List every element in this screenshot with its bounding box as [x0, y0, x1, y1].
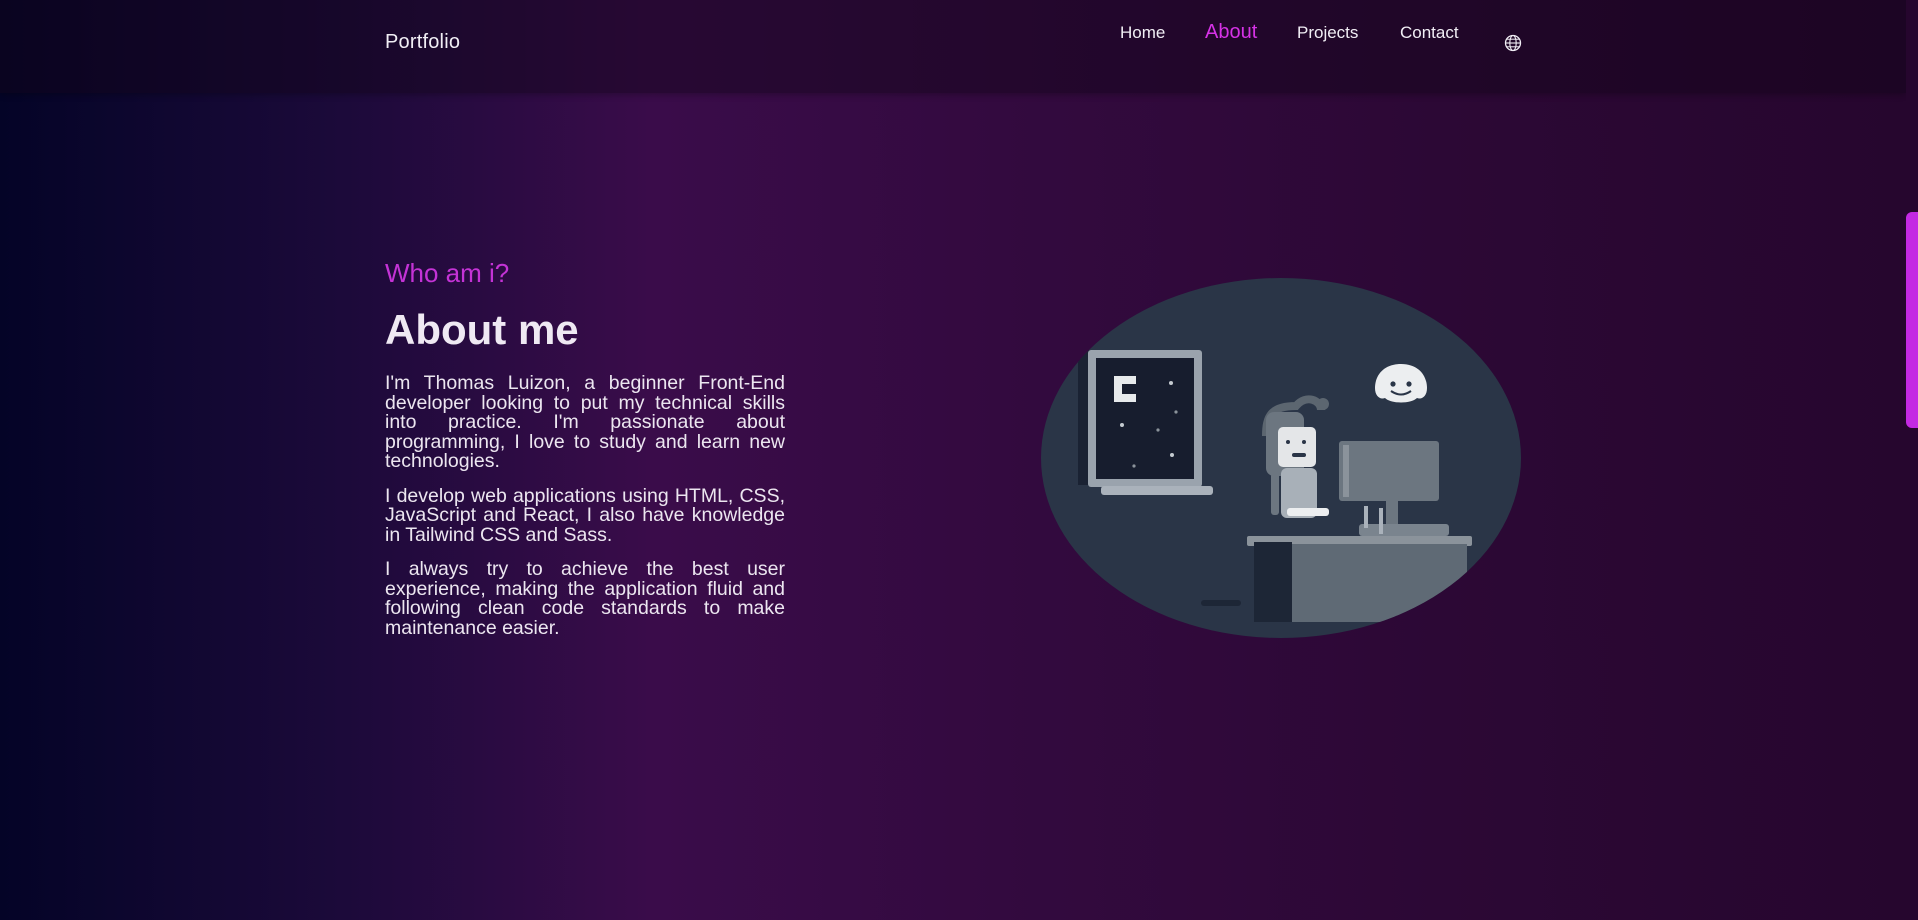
- nav-projects[interactable]: Projects: [1297, 23, 1358, 43]
- navbar: Portfolio Home About Projects Contact: [0, 0, 1906, 93]
- person-face: [1278, 427, 1316, 467]
- globe-icon[interactable]: [1504, 34, 1522, 52]
- monitor: [1339, 441, 1439, 501]
- scrollbar[interactable]: [1906, 0, 1918, 920]
- page-title: About me: [385, 306, 579, 353]
- person-at-computer-illustration: [1041, 278, 1521, 638]
- window-night-sky: [1096, 358, 1194, 479]
- nav-home[interactable]: Home: [1120, 23, 1165, 43]
- nav-contact[interactable]: Contact: [1400, 23, 1459, 43]
- section-subtitle: Who am i?: [385, 258, 510, 288]
- scrollbar-thumb[interactable]: [1906, 212, 1918, 428]
- nav-about[interactable]: About: [1205, 21, 1257, 44]
- brand-logo[interactable]: Portfolio: [385, 31, 460, 54]
- about-paragraph: I always try to achieve the best user ex…: [385, 558, 785, 639]
- about-text: I'm Thomas Luizon, a beginner Front-End …: [385, 372, 785, 653]
- about-paragraph: I develop web applications using HTML, C…: [385, 484, 785, 546]
- about-paragraph: I'm Thomas Luizon, a beginner Front-End …: [385, 372, 785, 472]
